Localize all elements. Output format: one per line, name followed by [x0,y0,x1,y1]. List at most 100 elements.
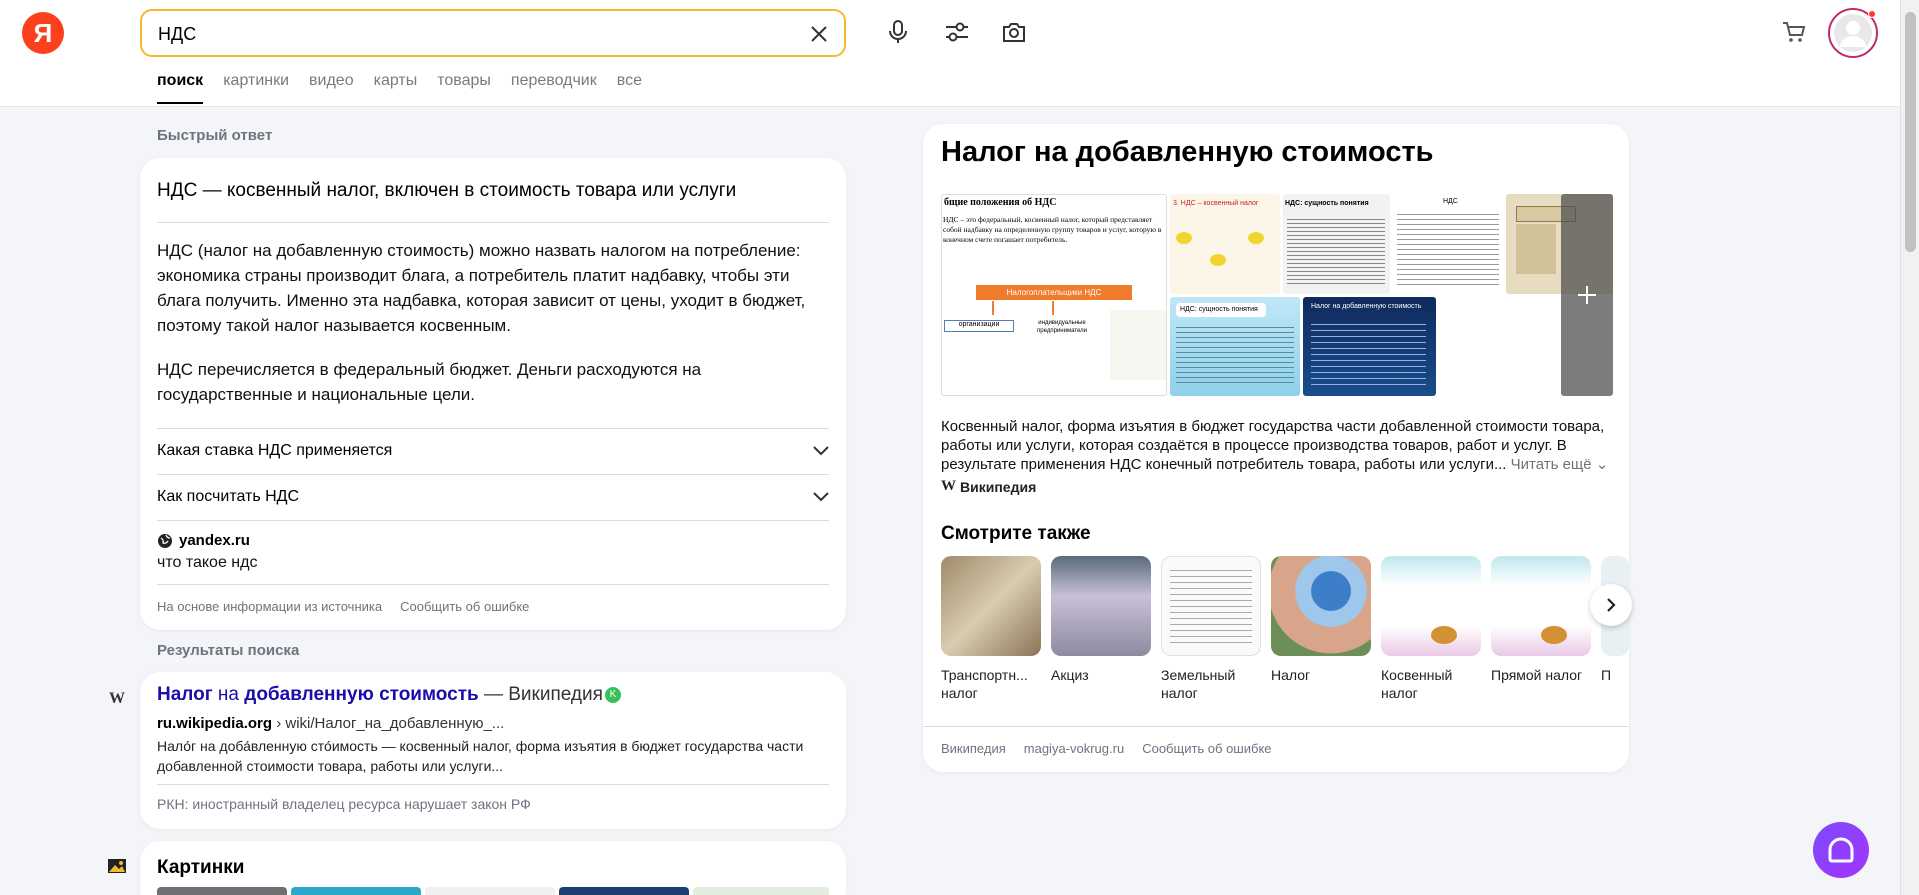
search-result: Налог на добавленную стоимость — Википед… [140,672,846,829]
search-settings-button[interactable] [939,14,975,50]
footer-link-wikipedia[interactable]: Википедия [941,741,1006,756]
slide-arrow [1052,301,1054,315]
chevron-down-icon [813,492,829,502]
alice-icon [1828,837,1854,863]
images-block-title[interactable]: Картинки [157,857,244,879]
report-error-link[interactable]: Сообщить об ошибке [400,599,529,614]
quick-answer-paragraph: НДС перечисляется в федеральный бюджет. … [157,360,702,404]
scrollbar-thumb[interactable] [1905,12,1916,252]
image-thumbnail[interactable] [425,887,555,895]
gallery-image[interactable]: Налог на добавленную стоимость [1303,297,1436,396]
notification-dot [1868,10,1876,18]
images-block: Картинки [140,841,846,895]
see-also-item[interactable]: Акциз [1051,556,1151,684]
plus-icon [1578,286,1596,304]
source-query[interactable]: что такое ндс [157,554,257,572]
camera-icon [1003,23,1025,42]
image-thumbnail[interactable] [157,887,287,895]
footer-link-site[interactable]: magiya-vokrug.ru [1024,741,1124,756]
see-also-next-button[interactable] [1590,584,1632,626]
yandex-logo[interactable]: Я [22,12,64,54]
thumb-coins [1431,626,1457,644]
see-also-thumbnail [1051,556,1151,656]
slide-leaf: индивидуальные предприниматели [1037,320,1087,334]
result-title-link[interactable]: Налог на добавленную стоимость — Википед… [157,684,621,706]
quick-answer-title: НДС — косвенный налог, включен в стоимос… [157,180,737,201]
see-also-label: Земельный налог [1161,667,1236,701]
slide-shape [1176,232,1192,244]
search-tabs: поиск картинки видео карты товары перево… [157,72,662,104]
divider [157,784,829,785]
slide-shape [1516,224,1556,274]
tab-video[interactable]: видео [309,72,354,104]
see-also-item[interactable]: Прямой налог [1491,556,1591,684]
tab-images[interactable]: картинки [223,72,289,104]
quick-answer-card: НДС — косвенный налог, включен в стоимос… [140,158,846,630]
slide-heading: 3. НДС – косвенный налог [1173,200,1259,207]
header: Я поиск картинки видео карты товары пере… [0,0,1900,107]
chevron-right-icon [1607,598,1616,612]
gallery-image[interactable]: НДС: сущность понятия [1283,194,1390,294]
accordion-label: Как посчитать НДС [157,488,300,505]
quick-answer-label: Быстрый ответ [157,127,273,144]
url-domain: ru.wikipedia.org [157,715,273,732]
clear-search-button[interactable] [806,21,832,47]
knowledge-panel: Налог на добавленную стоимость бщие поло… [923,124,1632,772]
tab-all[interactable]: все [617,72,642,104]
cart-button[interactable] [1780,18,1808,46]
see-also-item[interactable]: Земельный налог [1161,556,1261,702]
title-site: — Википедия [478,684,603,705]
picture-icon [108,859,126,873]
close-icon [811,26,827,42]
source-info-link[interactable]: На основе информации из источника [157,599,382,614]
source-site: yandex.ru [179,532,250,549]
gallery-image[interactable]: НДС: сущность понятия [1170,297,1300,396]
gallery-image[interactable]: 3. НДС – косвенный налог [1170,194,1280,294]
answer-source[interactable]: yandex.ru [157,532,250,549]
slide-text-lines [1311,319,1426,385]
read-more-link[interactable]: Читать ещё [1511,456,1592,473]
slide-heading: Налог на добавленную стоимость [1311,303,1422,310]
see-also-label: Прямой налог [1491,667,1583,683]
see-also-item[interactable]: Транспортн... налог [941,556,1041,702]
slide-shape [1210,254,1226,266]
slide-arrow [992,301,994,315]
alice-assistant-button[interactable] [1813,822,1869,878]
search-box[interactable] [140,9,846,57]
sliders-icon [946,22,968,42]
tab-products[interactable]: товары [437,72,491,104]
image-thumbnail[interactable] [559,887,689,895]
voice-search-button[interactable] [880,14,916,50]
slide-text-lines [1287,216,1385,286]
slide-text-lines [1176,323,1294,383]
tab-translator[interactable]: переводчик [511,72,597,104]
image-thumbnail[interactable] [291,887,421,895]
page-scrollbar[interactable] [1900,0,1919,895]
result-url[interactable]: ru.wikipedia.org › wiki/Налог_на_добавле… [157,715,504,732]
knowledge-description: Косвенный налог, форма изъятия в бюджет … [941,417,1616,474]
more-images-button[interactable] [1561,194,1613,396]
tab-maps[interactable]: карты [374,72,418,104]
wikipedia-source-link[interactable]: W Википедия [941,478,1036,495]
images-section-icon [107,858,127,879]
microphone-icon [889,20,907,43]
thumb-lines [1170,565,1252,645]
report-error-link[interactable]: Сообщить об ошибке [1142,741,1271,756]
tab-search[interactable]: поиск [157,72,204,104]
wikipedia-icon: W [941,478,956,494]
see-also-item[interactable]: Косвенный налог [1381,556,1481,702]
results-label: Результаты поиска [157,642,300,659]
accordion-calc[interactable]: Как посчитать НДС [157,474,829,520]
search-input[interactable] [158,21,778,47]
image-thumbnail[interactable] [693,887,829,895]
accordion-rate[interactable]: Какая ставка НДС применяется [157,428,829,474]
gallery-image[interactable]: бщие положения об НДС НДС – это федераль… [941,194,1167,396]
see-also-item[interactable]: Налог [1271,556,1371,684]
image-search-button[interactable] [996,14,1032,50]
slide-heading: НДС [1443,198,1458,205]
result-warning: РКН: иностранный владелец ресурса наруша… [157,796,531,812]
slide-leaf: организации [944,320,1014,332]
title-text: на [212,684,245,705]
gallery-image[interactable]: НДС [1393,194,1503,294]
see-also-label: П [1601,667,1612,683]
